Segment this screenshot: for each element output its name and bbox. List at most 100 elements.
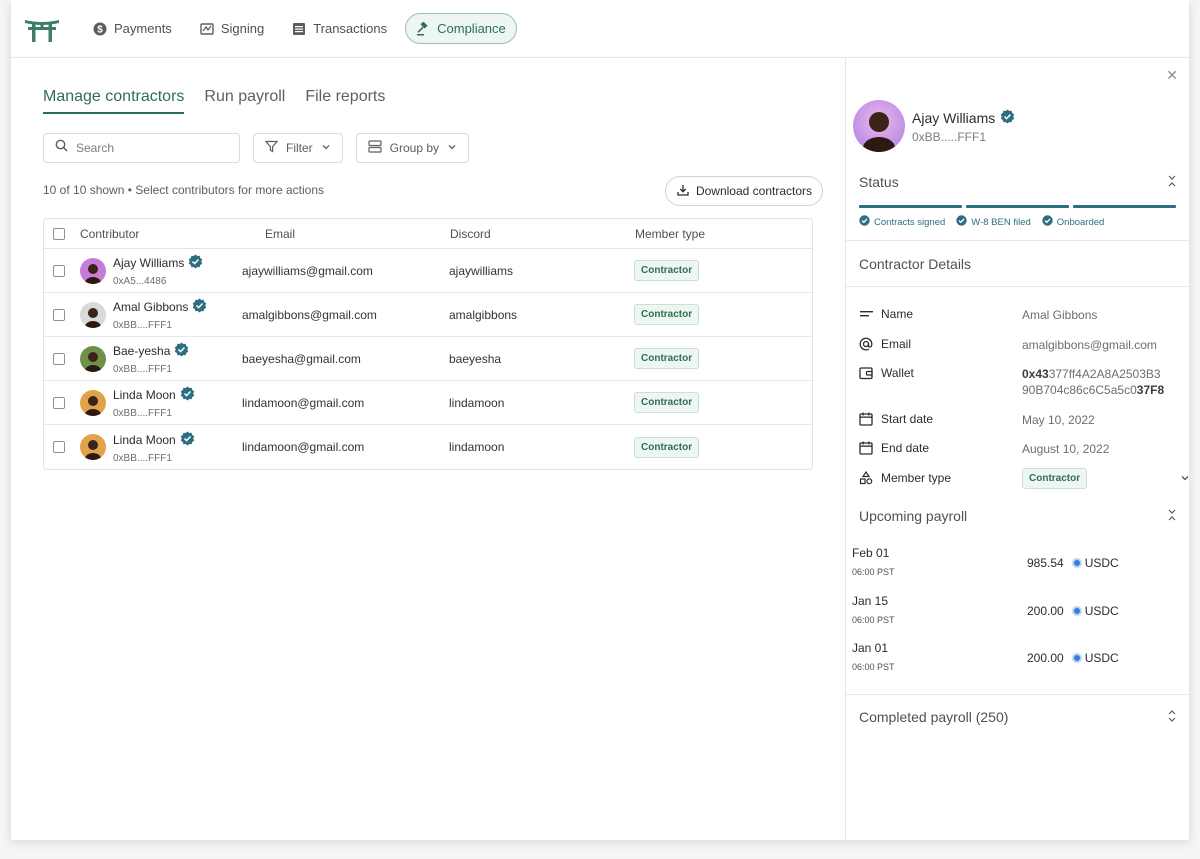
member-type-cell: Contractor — [634, 436, 700, 458]
email-cell: ajaywilliams@gmail.com — [242, 263, 373, 278]
currency: USDC — [1071, 651, 1119, 665]
contributor-name[interactable]: Ajay Williams — [113, 256, 184, 270]
detail-email-label: Email — [881, 337, 912, 351]
verified-icon — [188, 254, 203, 272]
divider — [846, 240, 1190, 241]
status-steps: Contracts signed W-8 BEN filed Onboarded — [859, 215, 1104, 229]
contributor-name[interactable]: Bae-yesha — [113, 344, 170, 358]
search-input[interactable] — [76, 141, 226, 155]
nav-compliance[interactable]: Compliance — [405, 13, 517, 44]
detail-end-label: End date — [881, 441, 930, 455]
app-window: $ Payments Signing Transactions Complian… — [11, 0, 1190, 840]
member-type-cell: Contractor — [634, 348, 700, 369]
contributor-address: 0xA5...4486 — [113, 276, 167, 287]
row-checkbox[interactable] — [53, 441, 65, 453]
profile-address: 0xBB.....FFF1 — [912, 129, 987, 144]
svg-text:$: $ — [97, 24, 103, 35]
completed-section-header[interactable]: Completed payroll (250) — [846, 695, 1190, 739]
contributor-name[interactable]: Amal Gibbons — [113, 300, 188, 314]
expand-icon — [1167, 709, 1177, 725]
discord-cell: baeyesha — [449, 351, 502, 366]
wallet-icon — [859, 366, 873, 380]
verified-icon — [1000, 109, 1015, 127]
check-circle-icon — [1042, 215, 1053, 229]
list-icon — [292, 22, 306, 36]
torii-logo-icon[interactable] — [23, 14, 61, 44]
contributor-name-row: Linda Moon — [113, 431, 195, 449]
table-row[interactable]: Linda Moon 0xBB....FFF1 lindamoon@gmail.… — [44, 381, 812, 425]
upcoming-section-header[interactable]: Upcoming payroll — [846, 494, 1190, 538]
table-row[interactable]: Ajay Williams 0xA5...4486 ajaywilliams@g… — [44, 249, 812, 293]
filter-label: Filter — [286, 141, 313, 155]
wallet-suffix: 37F8 — [1136, 383, 1165, 397]
upcoming-title: Upcoming payroll — [859, 508, 968, 524]
status-section-header[interactable]: Status — [846, 160, 1190, 204]
wallet-mid-2: 90B704c86c6C5a5c0 — [1022, 383, 1137, 397]
status-bar-1 — [859, 205, 962, 208]
row-checkbox[interactable] — [53, 264, 65, 277]
contractor-detail-panel: ✕ Ajay Williams 0xBB.....FFF1 Status Con… — [845, 58, 1190, 840]
tab-file-reports[interactable]: File reports — [305, 88, 385, 114]
payroll-time: 06:00 PST — [852, 567, 895, 577]
toolbar: Filter Group by — [43, 133, 470, 163]
filter-icon — [264, 140, 279, 156]
member-type-select[interactable]: Contractor — [1022, 468, 1189, 489]
close-icon[interactable]: ✕ — [1166, 67, 1178, 84]
tab-bar: Manage contractors Run payroll File repo… — [43, 88, 385, 114]
contributor-address: 0xBB....FFF1 — [113, 364, 172, 375]
status-step-label: W-8 BEN filed — [971, 216, 1031, 228]
detail-wallet-value[interactable]: 0x43377ff4A2A8A2503B3 90B704c86c6C5a5c03… — [1022, 366, 1164, 398]
table-row[interactable]: Bae-yesha 0xBB....FFF1 baeyesha@gmail.co… — [44, 337, 812, 381]
col-header-discord[interactable]: Discord — [450, 227, 635, 241]
col-header-member-type[interactable]: Member type — [635, 227, 705, 241]
avatar — [853, 100, 905, 152]
row-checkbox[interactable] — [53, 308, 65, 321]
group-by-button[interactable]: Group by — [355, 133, 470, 163]
download-contractors-button[interactable]: Download contractors — [664, 176, 823, 206]
avatar — [80, 434, 106, 460]
profile-name-row: Ajay Williams — [912, 109, 1015, 127]
profile-name: Ajay Williams — [912, 109, 996, 126]
verified-icon — [180, 386, 195, 404]
table-row[interactable]: Amal Gibbons 0xBB....FFF1 amalgibbons@gm… — [44, 293, 812, 337]
detail-end-date: End date August 10, 2022 — [859, 441, 1179, 457]
tab-run-payroll[interactable]: Run payroll — [204, 88, 285, 114]
table-row[interactable]: Linda Moon 0xBB....FFF1 lindamoon@gmail.… — [44, 425, 812, 469]
detail-type-label: Member type — [881, 471, 952, 485]
row-checkbox[interactable] — [53, 396, 65, 409]
currency-label: USDC — [1084, 651, 1119, 665]
col-header-contributor[interactable]: Contributor — [80, 227, 265, 241]
payroll-date: Feb 01 — [852, 546, 890, 560]
download-label: Download contractors — [695, 184, 812, 198]
payroll-amount-value: 200.00 — [1027, 651, 1064, 665]
detail-start-label: Start date — [881, 412, 934, 426]
tab-manage-contractors[interactable]: Manage contractors — [43, 88, 185, 114]
member-type-cell: Contractor — [634, 304, 700, 325]
table-body: Ajay Williams 0xA5...4486 ajaywilliams@g… — [44, 249, 812, 469]
nav-payments[interactable]: $ Payments — [83, 14, 182, 43]
detail-name-value: Amal Gibbons — [1022, 308, 1098, 322]
avatar — [80, 345, 106, 372]
nav-transactions[interactable]: Transactions — [282, 14, 397, 43]
filter-button[interactable]: Filter — [253, 133, 343, 163]
contributor-name[interactable]: Linda Moon — [113, 388, 176, 402]
main-content: Manage contractors Run payroll File repo… — [11, 58, 845, 840]
contributor-name[interactable]: Linda Moon — [113, 433, 176, 447]
discord-cell: ajaywilliams — [449, 263, 514, 278]
nav-signing[interactable]: Signing — [190, 14, 274, 43]
detail-start-value: May 10, 2022 — [1022, 413, 1095, 427]
payroll-row: Jan 15 06:00 PST 200.00 USDC — [852, 594, 1182, 625]
details-title: Contractor Details — [859, 256, 972, 272]
select-all-checkbox[interactable] — [53, 227, 65, 240]
currency-label: USDC — [1084, 603, 1119, 618]
payroll-amount: 200.00 USDC — [1027, 651, 1119, 665]
top-nav: $ Payments Signing Transactions Complian… — [11, 0, 1189, 58]
divider — [846, 286, 1190, 287]
discord-cell: lindamoon — [449, 440, 505, 454]
contributor-cell: Bae-yesha 0xBB....FFF1 — [80, 342, 242, 375]
row-checkbox[interactable] — [53, 352, 65, 365]
check-circle-icon — [859, 215, 870, 229]
detail-name-label: Name — [881, 307, 914, 321]
col-header-email[interactable]: Email — [265, 227, 450, 241]
payroll-date: Jan 01 — [852, 641, 889, 655]
